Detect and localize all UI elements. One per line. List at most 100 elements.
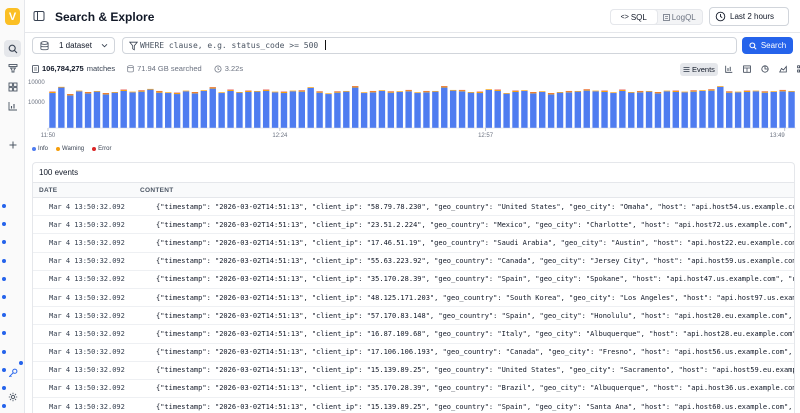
sql-toggle[interactable]: <> SQL: [611, 10, 657, 24]
bar-warning: [84, 92, 92, 94]
bar-warning: [539, 91, 546, 92]
view-tabs: Events: [680, 62, 800, 76]
bar-info: [547, 94, 555, 128]
bar-warning: [752, 90, 760, 92]
bar-warning: [280, 92, 288, 94]
search-button-label: Search: [760, 41, 787, 50]
rail-add-button[interactable]: [4, 136, 21, 153]
tab-events[interactable]: Events: [680, 62, 718, 76]
bar-warning: [556, 92, 564, 93]
row-content: {"timestamp": "2026-03-02T14:51:13", "cl…: [156, 384, 794, 393]
table-row[interactable]: Mar 4 13:50:32.092 {"timestamp": "2026-03…: [33, 198, 794, 217]
bar-info: [539, 92, 546, 128]
app-logo[interactable]: V: [5, 8, 20, 25]
bar-warning: [138, 90, 145, 92]
bar-warning: [503, 93, 510, 94]
tab-list[interactable]: [794, 63, 800, 76]
rail-dashboards-button[interactable]: [4, 78, 21, 95]
row-content: {"timestamp": "2026-03-02T14:51:13", "cl…: [156, 348, 794, 357]
key-icon: [8, 368, 17, 377]
x-tick-label: 11:50: [41, 133, 56, 139]
table-row[interactable]: Mar 4 13:50:32.092 {"timestamp": "2026-03…: [33, 271, 794, 289]
table-row[interactable]: Mar 4 13:50:32.092 {"timestamp": "2026-03…: [33, 253, 794, 271]
pie-icon: [761, 65, 769, 73]
bar-warning: [227, 89, 234, 91]
query-stats: 106,784,275 matches 71.94 GB searched 3.…: [32, 64, 243, 73]
bar-info: [316, 92, 323, 128]
bar-info: [628, 92, 635, 128]
query-duration: 3.22s: [224, 64, 244, 73]
tab-events-label: Events: [692, 64, 715, 74]
bar-warning: [743, 90, 751, 92]
bar-warning: [779, 90, 786, 92]
rail-pipelines-button[interactable]: [4, 59, 21, 76]
table-row[interactable]: Mar 4 13:50:32.092 {"timestamp": "2026-03…: [33, 344, 794, 362]
dataset-select[interactable]: 1 dataset: [32, 37, 115, 54]
table-row[interactable]: Mar 4 13:50:32.092 {"timestamp": "2026-03…: [33, 307, 794, 326]
table-row[interactable]: Mar 4 13:50:32.092 {"timestamp": "2026-03…: [33, 398, 794, 413]
bar-warning: [236, 92, 243, 93]
scanned-size: 71.94 GB searched: [137, 64, 202, 73]
bar-warning: [147, 88, 154, 90]
rail-api-keys-button[interactable]: [4, 364, 21, 381]
dataset-label: 1 dataset: [59, 41, 92, 50]
rail-charts-button[interactable]: [4, 97, 21, 114]
bar-warning: [690, 90, 697, 92]
row-content: {"timestamp": "2026-03-02T14:51:13", "cl…: [156, 202, 794, 211]
bar-warning: [681, 91, 688, 93]
tab-pie[interactable]: [758, 63, 772, 76]
row-date: Mar 4 13:50:32.092: [49, 257, 125, 266]
table-row[interactable]: Mar 4 13:50:32.092 {"timestamp": "2026-03…: [33, 325, 794, 344]
column-date[interactable]: DATE: [33, 187, 140, 194]
bar-warning: [494, 89, 501, 91]
bar-info: [396, 92, 403, 128]
row-content: {"timestamp": "2026-03-02T14:51:13", "cl…: [156, 311, 794, 320]
rail-settings-button[interactable]: [4, 388, 21, 405]
tab-table[interactable]: [722, 63, 736, 76]
table-row[interactable]: Mar 4 13:50:32.092 {"timestamp": "2026-03…: [33, 380, 794, 399]
table-row[interactable]: Mar 4 13:50:32.092 {"timestamp": "2026-03…: [33, 234, 794, 253]
table-row[interactable]: Mar 4 13:50:32.092 {"timestamp": "2026-03…: [33, 289, 794, 308]
table-header: DATE CONTENT: [33, 183, 794, 198]
row-content: {"timestamp": "2026-03-02T14:51:13", "cl…: [156, 293, 794, 302]
bar-info: [369, 92, 377, 128]
table-row[interactable]: Mar 4 13:50:32.092 {"timestamp": "2026-03…: [33, 362, 794, 380]
where-clause-input[interactable]: [123, 38, 736, 53]
sidebar-toggle-icon[interactable]: [33, 10, 45, 22]
bar-warning: [432, 90, 439, 92]
bar-warning: [156, 91, 163, 93]
bar-warning: [512, 90, 519, 92]
bar-info: [423, 92, 430, 128]
logql-icon: [662, 13, 670, 21]
query-input-box: [122, 37, 737, 54]
tab-calendar[interactable]: [740, 63, 754, 76]
rail-search-button[interactable]: [4, 40, 21, 57]
row-date: Mar 4 13:50:32.092: [49, 402, 125, 411]
query-language-switch: <> SQL LogQL: [610, 9, 703, 25]
bar-warning: [610, 92, 617, 94]
bar-info: [227, 90, 234, 128]
bar-info: [485, 89, 492, 128]
column-content[interactable]: CONTENT: [140, 187, 174, 194]
bar-info: [182, 91, 190, 128]
tab-area[interactable]: [776, 63, 790, 76]
bar-info: [574, 91, 582, 128]
time-range-picker[interactable]: Last 2 hours: [709, 7, 789, 26]
bar-info: [102, 94, 110, 128]
row-level-marker: [2, 295, 6, 299]
bar-warning: [254, 90, 261, 92]
bar-info: [120, 90, 127, 128]
bar-info: [58, 87, 65, 128]
bar-warning: [654, 92, 662, 94]
search-button[interactable]: Search: [742, 37, 793, 54]
bar-warning: [788, 90, 795, 92]
logql-toggle[interactable]: LogQL: [657, 10, 703, 24]
row-date: Mar 4 13:50:32.092: [49, 220, 125, 229]
bar-warning: [414, 92, 421, 94]
bar-info: [387, 92, 395, 128]
bar-warning: [645, 90, 653, 92]
table-row[interactable]: Mar 4 13:50:32.092 {"timestamp": "2026-03…: [33, 216, 794, 235]
row-level-marker: [2, 276, 6, 281]
bar-warning: [708, 89, 715, 91]
bar-warning: [423, 91, 430, 93]
